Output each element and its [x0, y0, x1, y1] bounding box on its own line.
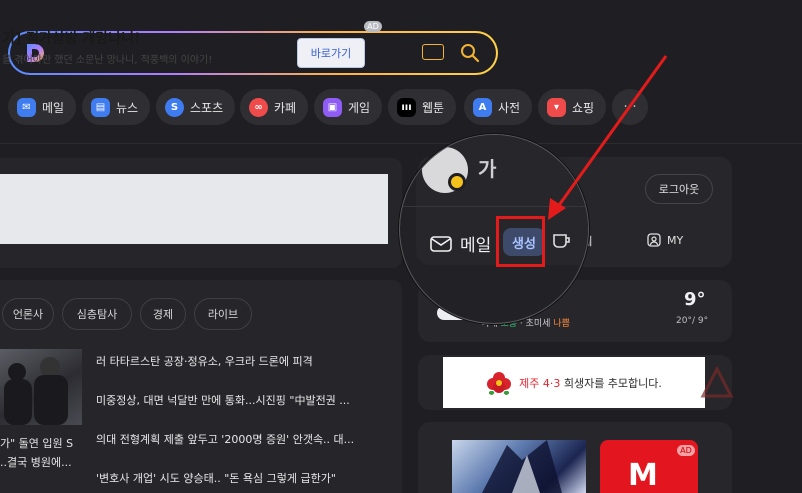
profile-name: 가 [478, 157, 497, 181]
profile-my-link[interactable]: MY [647, 233, 683, 247]
mail-label[interactable]: 메일 [460, 231, 491, 256]
chip-mail[interactable]: ✉ 메일 [8, 89, 77, 125]
thumbnail-caption[interactable]: 가" 돌연 입원 S [0, 435, 73, 451]
tab-live[interactable]: 라이브 [194, 298, 252, 330]
logout-button[interactable]: 로그아웃 [645, 174, 713, 204]
news-thumbnail[interactable] [0, 349, 82, 425]
ad-badge: AD [364, 21, 382, 32]
cafe-icon: ∞ [249, 97, 268, 117]
tab-in-depth[interactable]: 심층탐사 [62, 298, 132, 330]
chip-dictionary[interactable]: A 사전 [464, 89, 533, 125]
ad-badge: AD [677, 445, 695, 456]
dictionary-icon: A [473, 97, 492, 117]
chip-cafe[interactable]: ∞ 카페 [240, 89, 309, 125]
webtoon-icon: ııı [397, 97, 416, 117]
divider [0, 143, 802, 144]
tab-economy[interactable]: 경제 [140, 298, 186, 330]
status-dot [448, 173, 466, 191]
ad-title[interactable]: 기] 적가상방 개망나니! [2, 28, 140, 48]
user-icon [647, 233, 661, 247]
news-headline[interactable]: 러 타타르스탄 공장·정유소, 우크라 드론에 피격 [96, 353, 313, 369]
sports-icon: S [165, 97, 184, 117]
chip-game[interactable]: ▣ 게임 [314, 89, 383, 125]
tab-press[interactable]: 언론사 [2, 298, 54, 330]
mail-icon: ✉ [17, 97, 36, 117]
temperature-range: 20°/ 9° [676, 316, 709, 326]
ad-description[interactable]: 을 겪어야만 했던 소문난 망나니, 적풍백의 이야기! [2, 51, 212, 66]
more-icon: ··· [623, 99, 637, 115]
news-headline[interactable]: 미중정상, 대면 넉달반 만에 통화...시진핑 "中발전권 ... [96, 392, 350, 408]
more-services-button[interactable]: ··· [612, 89, 648, 125]
webtoon-thumbnail[interactable] [452, 440, 586, 493]
shopping-icon: ▾ [547, 97, 566, 117]
memorial-banner[interactable]: 제주 4·3 희생자를 추모합니다. [443, 357, 705, 408]
news-icon: ▤ [91, 97, 110, 117]
ad-banner[interactable] [0, 174, 388, 244]
chip-news[interactable]: ▤ 뉴스 [82, 89, 151, 125]
keyboard-icon[interactable] [422, 44, 444, 60]
chip-webtoon[interactable]: ııı 웹툰 [388, 89, 457, 125]
search-icon[interactable] [459, 42, 481, 64]
game-icon: ▣ [323, 97, 342, 117]
cup-icon [553, 234, 570, 248]
avatar [422, 147, 468, 193]
highlight-box [496, 216, 545, 267]
divider [400, 206, 588, 207]
thumbnail-caption[interactable]: ..결국 병원에... [0, 454, 72, 470]
mail-icon [430, 236, 452, 252]
ad-goto-button[interactable]: 바로가기 [297, 38, 365, 68]
chip-shopping[interactable]: ▾ 쇼핑 [538, 89, 607, 125]
ad-card [0, 158, 402, 268]
chip-sports[interactable]: S 스포츠 [156, 89, 236, 125]
watermark-logo [700, 366, 734, 398]
magnifier-lens: 가 메일 생성 [399, 134, 589, 324]
news-headline[interactable]: 의대 전형계획 제출 앞두고 '2000명 증원' 안갯속.. 대... [96, 431, 354, 447]
camellia-icon [487, 371, 512, 395]
news-card: 언론사 심층탐사 경제 라이브 가" 돌연 입원 S ..결국 병원에... 러… [0, 280, 402, 493]
current-temperature: 9° [684, 289, 706, 310]
news-headline[interactable]: '변호사 개업' 시도 양승태.. "돈 욕심 그렇게 급한가" [96, 470, 336, 486]
